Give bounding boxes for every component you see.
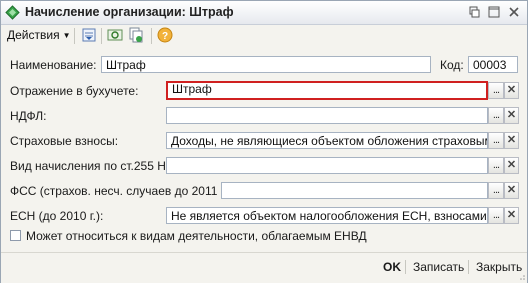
code-label: Код: [440, 58, 464, 72]
ndfl-label: НДФЛ: [10, 109, 47, 123]
esn-field[interactable]: Не является объектом налогообложения ЕСН… [166, 207, 488, 224]
esn-clear-icon[interactable]: ✕ [504, 207, 519, 224]
svg-text:?: ? [162, 31, 168, 42]
ndfl-select-button[interactable]: ... [488, 107, 504, 124]
ndfl-clear-icon[interactable]: ✕ [504, 107, 519, 124]
fss-clear-icon[interactable]: ✕ [504, 182, 519, 199]
refresh-icon[interactable] [107, 27, 123, 43]
actions-menu[interactable]: Действия ▼ [7, 27, 71, 44]
toolbar-separator [101, 28, 102, 44]
accounting-select-button[interactable]: ... [488, 82, 504, 99]
code-field[interactable]: 00003 [468, 56, 518, 73]
fss-label: ФСС (страхов. несч. случаев до 2011 г.): [10, 184, 235, 198]
app-icon [5, 5, 20, 20]
window-title: Начисление организации: Штраф [25, 5, 234, 19]
close-icon[interactable] [507, 5, 521, 19]
insurance-label: Страховые взносы: [10, 134, 119, 148]
title-bar: Начисление организации: Штраф [1, 1, 527, 25]
caret-down-icon: ▼ [62, 31, 71, 41]
esn-select-button[interactable]: ... [488, 207, 504, 224]
esn-label: ЕСН (до 2010 г.): [10, 209, 104, 223]
save-button[interactable]: Записать [413, 259, 464, 275]
nk255-select-button[interactable]: ... [488, 157, 504, 174]
insurance-clear-icon[interactable]: ✕ [504, 132, 519, 149]
envd-checkbox[interactable] [10, 230, 21, 241]
toolbar: Действия ▼ ? [1, 25, 527, 46]
nk255-clear-icon[interactable]: ✕ [504, 157, 519, 174]
help-icon[interactable]: ? [157, 27, 173, 43]
actions-menu-label: Действия [7, 28, 60, 42]
resize-grip-icon[interactable] [517, 272, 525, 280]
accounting-clear-icon[interactable]: ✕ [504, 82, 519, 99]
toolbar-separator [74, 28, 75, 44]
toolbar-separator [151, 28, 152, 44]
navigate-up-icon[interactable] [81, 27, 97, 43]
footer-separator [405, 260, 406, 274]
accounting-label: Отражение в бухучете: [10, 84, 139, 98]
maximize-icon[interactable] [487, 5, 501, 19]
form-window: Начисление организации: Штраф Действия▼ [0, 0, 528, 283]
name-field[interactable]: Штраф [101, 56, 431, 73]
ndfl-field[interactable] [166, 107, 488, 124]
insurance-field[interactable]: Доходы, не являющиеся объектом обложения… [166, 132, 488, 149]
accounting-field[interactable]: Штраф [166, 81, 488, 100]
name-label: Наименование: [10, 58, 97, 72]
copy-icon[interactable] [128, 27, 144, 43]
close-button[interactable]: Закрыть [476, 259, 522, 275]
footer-separator [468, 260, 469, 274]
fss-field[interactable] [221, 182, 488, 199]
envd-label: Может относиться к видам деятельности, о… [26, 229, 367, 243]
restore-icon[interactable] [467, 5, 481, 19]
fss-select-button[interactable]: ... [488, 182, 504, 199]
nk255-label: Вид начисления по ст.255 НК: [10, 159, 177, 173]
insurance-select-button[interactable]: ... [488, 132, 504, 149]
ok-button[interactable]: OK [383, 259, 401, 275]
nk255-field[interactable] [166, 157, 488, 174]
